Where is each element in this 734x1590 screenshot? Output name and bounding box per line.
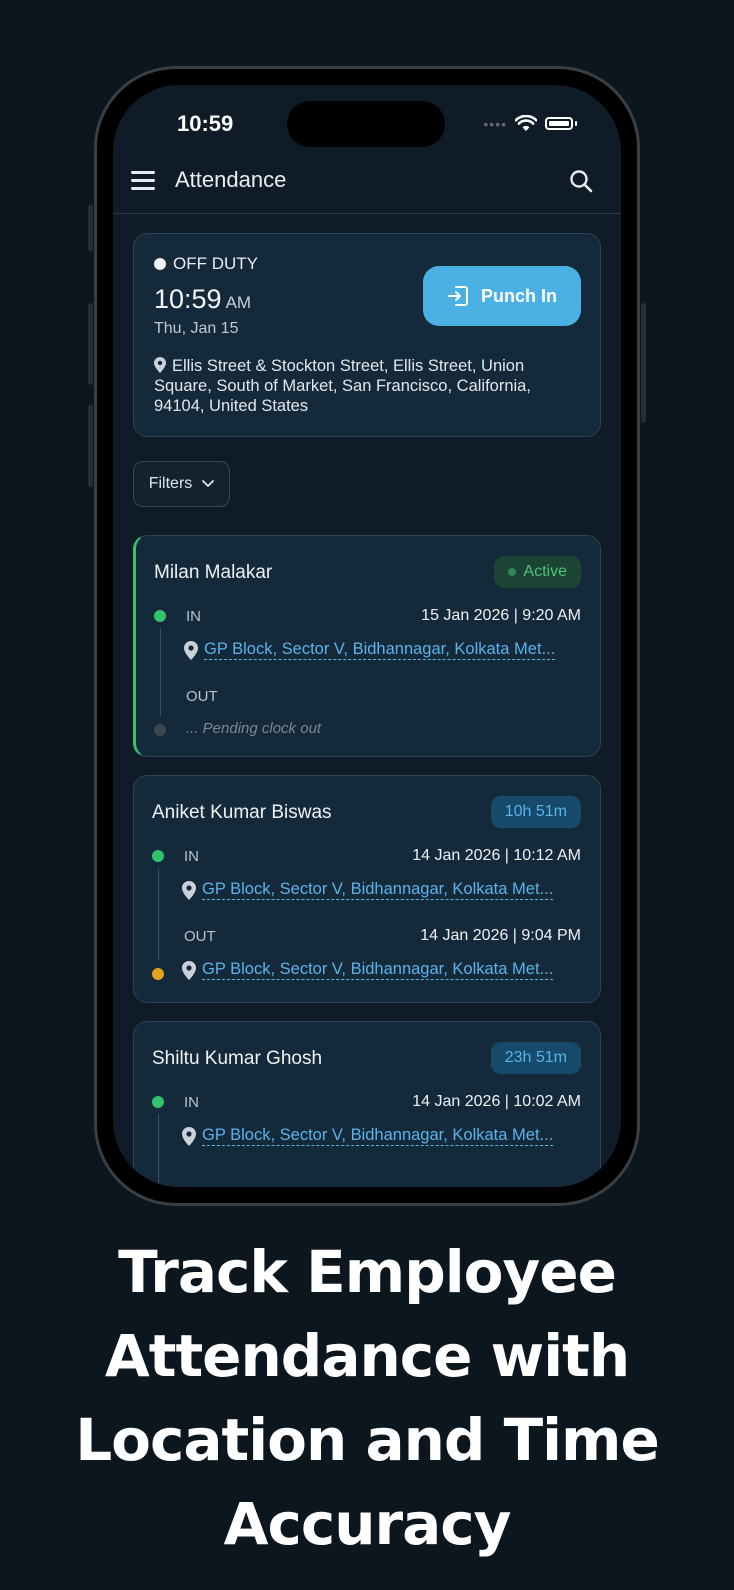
current-address-text: Ellis Street & Stockton Street, Ellis St… — [154, 357, 531, 415]
duty-status-card: OFF DUTY 10:59 AM Thu, Jan 15 Punch In El… — [133, 233, 601, 437]
signal-icon: •••• — [483, 115, 507, 132]
current-time-ampm: AM — [225, 293, 252, 312]
timeline-line — [159, 628, 161, 716]
timeline-line — [157, 868, 159, 960]
clock-in-time: 15 Jan 2026 | 9:20 AM — [421, 607, 581, 624]
current-address: Ellis Street & Stockton Street, Ellis St… — [154, 356, 570, 416]
tagline-line: Location and Time — [75, 1406, 660, 1474]
page-title: Attendance — [175, 167, 287, 192]
clock-in-time: 14 Jan 2026 | 10:02 AM — [412, 1093, 581, 1110]
clock-in-dot — [152, 1096, 164, 1108]
clock-out-dot — [154, 724, 166, 736]
clock-in-dot — [154, 610, 166, 622]
phone-power-button — [641, 303, 646, 423]
clock-in-label: IN — [186, 608, 201, 625]
search-icon[interactable] — [569, 169, 593, 193]
current-time-value: 10:59 — [154, 284, 222, 314]
clock-out-dot — [152, 968, 164, 980]
duration-badge: 23h 51m — [490, 1042, 581, 1074]
phone-screen: 10:59 •••• Attendance OFF DUTY 10:59 AM … — [113, 85, 621, 1187]
punch-in-label: Punch In — [481, 285, 557, 306]
current-time: 10:59 AM — [154, 284, 251, 315]
location-pin-icon — [154, 357, 166, 373]
clock-out-label: OUT — [186, 688, 218, 705]
filters-button[interactable]: Filters — [133, 461, 230, 507]
employee-name: Shiltu Kumar Ghosh — [152, 1048, 323, 1069]
duty-status: OFF DUTY — [154, 254, 258, 274]
menu-icon[interactable] — [131, 171, 155, 191]
clock-out-location[interactable]: GP Block, Sector V, Bidhannagar, Kolkata… — [182, 960, 554, 980]
clock-in-label: IN — [184, 848, 199, 865]
phone-side-button — [88, 205, 93, 251]
battery-icon — [545, 117, 573, 130]
status-badge-label: Active — [523, 563, 567, 580]
punch-in-button[interactable]: Punch In — [423, 266, 581, 326]
location-pin-icon — [182, 1126, 196, 1146]
clock-in-location-link[interactable]: GP Block, Sector V, Bidhannagar, Kolkata… — [204, 640, 556, 660]
status-dot — [154, 258, 166, 270]
clock-out-time: 14 Jan 2026 | 9:04 PM — [420, 927, 581, 944]
attendance-record-card[interactable]: Milan Malakar Active IN 15 Jan 2026 | 9:… — [133, 535, 601, 757]
current-date: Thu, Jan 15 — [154, 320, 239, 337]
punch-in-icon — [448, 286, 468, 306]
app-bar: Attendance — [113, 149, 621, 214]
duration-badge: 10h 51m — [490, 796, 581, 828]
phone-side-button — [88, 405, 93, 487]
attendance-record-card[interactable]: Shiltu Kumar Ghosh 23h 51m IN 14 Jan 202… — [133, 1021, 601, 1187]
clock-out-location-link[interactable]: GP Block, Sector V, Bidhannagar, Kolkata… — [202, 960, 554, 980]
chevron-down-icon — [202, 480, 215, 487]
clock-in-time: 14 Jan 2026 | 10:12 AM — [412, 847, 581, 864]
dynamic-island — [287, 101, 445, 147]
clock-out-label: OUT — [184, 928, 216, 945]
clock-in-location[interactable]: GP Block, Sector V, Bidhannagar, Kolkata… — [182, 880, 554, 900]
pending-clock-out: ... Pending clock out — [186, 720, 322, 737]
tagline-line: Track Employee — [118, 1238, 617, 1306]
employee-name: Milan Malakar — [154, 562, 273, 583]
tagline-line: Accuracy — [223, 1490, 512, 1558]
attendance-record-card[interactable]: Aniket Kumar Biswas 10h 51m IN 14 Jan 20… — [133, 775, 601, 1003]
location-pin-icon — [184, 640, 198, 660]
marketing-tagline: Track Employee Attendance with Location … — [0, 1230, 734, 1566]
clock-in-label: IN — [184, 1094, 199, 1111]
battery-nub — [575, 121, 577, 126]
clock-in-location[interactable]: GP Block, Sector V, Bidhannagar, Kolkata… — [182, 1126, 554, 1146]
status-time: 10:59 — [177, 111, 234, 136]
clock-in-location-link[interactable]: GP Block, Sector V, Bidhannagar, Kolkata… — [202, 1126, 554, 1146]
status-icons: •••• — [483, 115, 577, 132]
clock-in-location[interactable]: GP Block, Sector V, Bidhannagar, Kolkata… — [184, 640, 556, 660]
location-pin-icon — [182, 960, 196, 980]
clock-in-location-link[interactable]: GP Block, Sector V, Bidhannagar, Kolkata… — [202, 880, 554, 900]
filters-label: Filters — [148, 475, 193, 492]
wifi-icon — [515, 115, 537, 131]
timeline-line — [157, 1114, 159, 1187]
location-pin-icon — [182, 880, 196, 900]
employee-name: Aniket Kumar Biswas — [152, 802, 332, 823]
active-dot — [508, 568, 517, 576]
duty-status-label: OFF DUTY — [173, 254, 258, 273]
clock-in-dot — [152, 850, 164, 862]
phone-frame: 10:59 •••• Attendance OFF DUTY 10:59 AM … — [88, 66, 646, 1206]
tagline-line: Attendance with — [104, 1322, 630, 1390]
phone-side-button — [88, 303, 93, 385]
status-badge: Active — [494, 556, 581, 588]
